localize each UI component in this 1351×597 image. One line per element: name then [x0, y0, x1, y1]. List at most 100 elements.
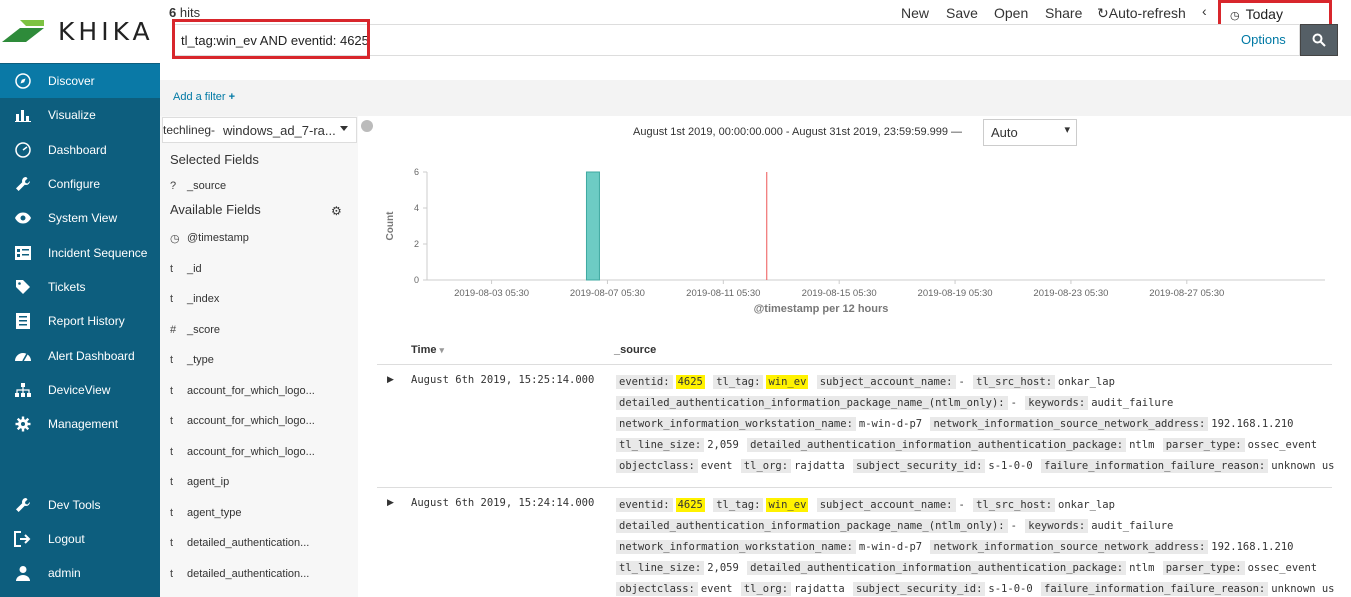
- source-field-key: network_information_source_network_addre…: [930, 540, 1209, 554]
- sidebar-item-system-view[interactable]: System View: [0, 201, 160, 235]
- source-field-key: tl_line_size:: [616, 561, 705, 575]
- source-field-value: event: [700, 583, 733, 595]
- x-tick-label: 2019-08-15 05:30: [802, 288, 877, 299]
- source-field-value: m-win-d-p7: [858, 418, 923, 430]
- source-line: tl_line_size: 2,059 detailed_authenticati…: [616, 561, 1319, 575]
- time-range-label: August 1st 2019, 00:00:00.000 - August 3…: [633, 126, 963, 138]
- x-tick-label: 2019-08-23 05:30: [1033, 288, 1108, 299]
- sidebar-item-dashboard[interactable]: Dashboard: [0, 133, 160, 167]
- options-link[interactable]: Options: [1241, 32, 1286, 47]
- sidebar-item-label: Configure: [48, 177, 101, 192]
- field-item[interactable]: t _id: [170, 261, 202, 277]
- interval-select[interactable]: Auto ▾: [983, 119, 1077, 146]
- chevron-down-icon: [340, 126, 348, 131]
- field-name: _id: [187, 262, 202, 275]
- source-field-key: subject_account_name:: [816, 375, 956, 389]
- field-item[interactable]: t detailed_authentication...: [170, 535, 309, 551]
- source-line: network_information_workstation_name: m-w…: [616, 540, 1295, 554]
- field-type-icon: t: [170, 506, 174, 519]
- time-column-header[interactable]: Time ▾: [411, 344, 444, 356]
- source-field-value: onkar_lap: [1058, 376, 1115, 388]
- sidebar-item-configure[interactable]: Configure: [0, 167, 160, 201]
- field-item[interactable]: # _score: [170, 322, 220, 338]
- highlighted-field-value: win_ev: [766, 375, 809, 389]
- sequence-icon: [13, 244, 33, 262]
- source-field-value: -: [958, 376, 965, 388]
- sidebar-item-admin[interactable]: admin: [0, 556, 160, 590]
- source-line: detailed_authentication_information_pack…: [616, 396, 1175, 410]
- list-icon: [13, 312, 33, 330]
- open-button[interactable]: Open: [994, 5, 1028, 21]
- highlighted-field-value: 4625: [675, 375, 705, 389]
- sidebar-item-management[interactable]: Management: [0, 407, 160, 441]
- wrench-icon: [13, 496, 33, 514]
- share-button[interactable]: Share: [1045, 5, 1082, 21]
- sidebar-item-dev-tools[interactable]: Dev Tools: [0, 488, 160, 522]
- field-item[interactable]: t detailed_authentication...: [170, 566, 309, 582]
- sidebar-item-alert-dashboard[interactable]: Alert Dashboard: [0, 338, 160, 372]
- sidebar-item-report-history[interactable]: Report History: [0, 304, 160, 338]
- sidebar-item-deviceview[interactable]: DeviceView: [0, 373, 160, 407]
- hits-number: 6: [169, 5, 177, 20]
- chevron-left-icon[interactable]: ‹: [1202, 3, 1207, 19]
- sidebar-item-label: Dev Tools: [48, 498, 101, 512]
- source-field-value: 192.168.1.210: [1211, 418, 1294, 430]
- selected-fields-heading: Selected Fields: [170, 152, 259, 167]
- source-line: detailed_authentication_information_pack…: [616, 519, 1175, 533]
- add-filter-link[interactable]: Add a filter +: [173, 91, 235, 103]
- gear-icon[interactable]: ⚙: [331, 204, 342, 218]
- field-name: _score: [187, 323, 221, 336]
- sidebar-item-visualize[interactable]: Visualize: [0, 98, 160, 132]
- source-field-key: network_information_workstation_name:: [616, 417, 856, 431]
- field-item[interactable]: t account_for_which_logo...: [170, 413, 315, 429]
- sidebar-item-label: Tickets: [48, 279, 86, 294]
- collapse-sidebar-icon[interactable]: [361, 120, 373, 132]
- sidebar-item-tickets[interactable]: Tickets: [0, 270, 160, 304]
- source-field-key: keywords:: [1025, 519, 1089, 533]
- sidebar-item-logout[interactable]: Logout: [0, 522, 160, 556]
- time-picker[interactable]: ◷ Today: [1230, 6, 1283, 22]
- gear-icon: [13, 415, 33, 433]
- source-field-key: network_information_source_network_addre…: [930, 417, 1209, 431]
- field-name: detailed_authentication...: [187, 567, 310, 580]
- histogram-chart: 0 2 4 6 2019-08-03 05:30 2019-08-07 05:30 2019…: [385, 167, 1325, 315]
- source-field-value: unknown us: [1271, 460, 1335, 472]
- source-field-key: network_information_workstation_name:: [616, 540, 856, 554]
- source-field-key: tl_tag:: [713, 498, 764, 512]
- source-field-key: parser_type:: [1162, 438, 1245, 452]
- source-field-value: s-1-0-0: [988, 460, 1033, 472]
- compass-icon: [13, 72, 33, 90]
- field-item[interactable]: ? _source: [170, 178, 226, 194]
- field-item[interactable]: t agent_ip: [170, 474, 229, 490]
- field-item[interactable]: t account_for_which_logo...: [170, 383, 315, 399]
- source-field-value: ossec_event: [1247, 562, 1318, 574]
- field-item[interactable]: t _index: [170, 291, 219, 307]
- field-name: _source: [187, 180, 227, 192]
- sidebar-item-label: Logout: [48, 532, 85, 546]
- table-row: ▶ August 6th 2019, 15:25:14.000 eventid: 46…: [377, 367, 1335, 485]
- logo-text: KHIKA: [58, 17, 154, 46]
- field-item[interactable]: t agent_type: [170, 505, 241, 521]
- sidebar-item-incident-sequence[interactable]: Incident Sequence: [0, 235, 160, 269]
- source-line: objectclass: event tl_org: rajdatta subjec…: [616, 582, 1336, 596]
- highlight-box-query: [172, 19, 370, 59]
- field-name: agent_type: [187, 506, 242, 519]
- field-item[interactable]: t _type: [170, 352, 214, 368]
- tag-icon: [13, 278, 33, 296]
- save-button[interactable]: Save: [946, 5, 978, 21]
- field-type-icon: t: [170, 567, 174, 580]
- index-pattern-select[interactable]: techlineg- windows_ad_7-ra...: [162, 117, 357, 143]
- source-line: eventid: 4625 tl_tag: win_ev subject_accou…: [616, 375, 1117, 389]
- search-button[interactable]: [1300, 24, 1338, 56]
- logout-icon: [13, 530, 33, 548]
- sidebar-item-discover[interactable]: Discover: [0, 64, 160, 99]
- new-button[interactable]: New: [901, 5, 929, 21]
- field-item[interactable]: t account_for_which_logo...: [170, 444, 315, 460]
- expand-row-icon[interactable]: ▶: [387, 374, 394, 385]
- expand-row-icon[interactable]: ▶: [387, 497, 394, 508]
- row-timestamp: August 6th 2019, 15:24:14.000: [411, 497, 595, 509]
- x-tick-label: 2019-08-27 05:30: [1149, 288, 1224, 299]
- field-item[interactable]: ◷ @timestamp: [170, 230, 249, 246]
- source-field-key: detailed_authentication_information_auth…: [747, 438, 1127, 452]
- auto-refresh-button[interactable]: ↻Auto-refresh: [1097, 5, 1186, 22]
